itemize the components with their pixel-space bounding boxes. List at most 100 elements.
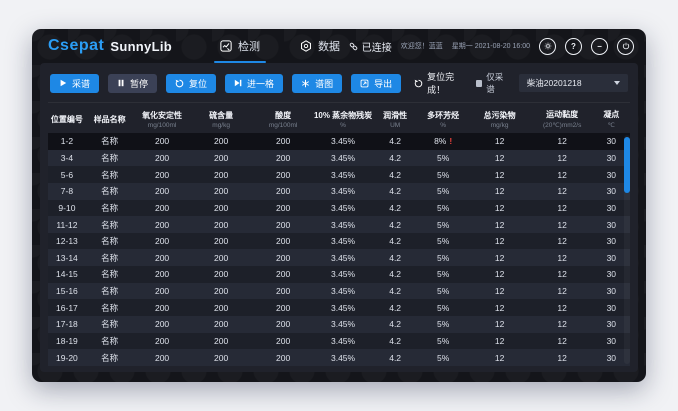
power-button[interactable] — [617, 38, 634, 55]
table-cell: 200 — [134, 286, 191, 296]
help-button[interactable]: ? — [565, 38, 582, 55]
table-cell: 12 — [468, 253, 532, 263]
settings-button[interactable] — [539, 38, 556, 55]
content-area: 采谱 暂停 复位 进一格 — [32, 63, 646, 382]
tab-detection-label: 检测 — [238, 38, 260, 54]
refresh-icon — [414, 79, 423, 88]
tab-data[interactable]: 数据 — [294, 29, 346, 63]
power-icon — [622, 42, 630, 50]
table-cell: 4.2 — [372, 319, 419, 329]
table-cell: 5% — [419, 303, 468, 313]
only-capture-checkbox[interactable]: 仅采谱 — [476, 71, 509, 95]
table-row[interactable]: 13-14名称2002002003.45%4.25%121230 — [48, 249, 630, 266]
table-cell: 12 — [468, 186, 532, 196]
table-row[interactable]: 15-16名称2002002003.45%4.25%121230 — [48, 283, 630, 300]
app-brand: Csepat SunnyLib — [48, 29, 172, 63]
pause-button[interactable]: 暂停 — [108, 74, 157, 93]
spectrum-label: 谱图 — [315, 77, 333, 90]
spectrum-button[interactable]: 谱图 — [292, 74, 342, 93]
reset-button[interactable]: 复位 — [166, 74, 216, 93]
table-cell: 名称 — [86, 335, 134, 347]
vertical-scrollbar[interactable] — [624, 135, 630, 364]
table-body: 1-2名称2002002003.45%4.28%!1212303-4名称2002… — [48, 133, 630, 366]
step-forward-button[interactable]: 进一格 — [225, 74, 283, 93]
table-cell: 3.45% — [315, 319, 372, 329]
reset-label: 复位 — [189, 77, 207, 90]
table-cell: 200 — [252, 353, 315, 363]
table-row[interactable]: 5-6名称2002002003.45%4.25%121230 — [48, 166, 630, 183]
column-header: 运动黏度(20℃)mm2/s — [532, 109, 593, 129]
column-header: 润滑性UM — [372, 110, 419, 129]
table-cell: 200 — [191, 253, 252, 263]
table-row[interactable]: 11-12名称2002002003.45%4.25%121230 — [48, 216, 630, 233]
reset-icon — [175, 79, 184, 88]
table-row[interactable]: 3-4名称2002002003.45%4.25%121230 — [48, 150, 630, 167]
table-cell: 4.2 — [372, 303, 419, 313]
column-name: 10% 蒸余物残炭 — [314, 110, 372, 121]
table-cell: 3.45% — [315, 286, 372, 296]
table-cell: 200 — [134, 303, 191, 313]
table-cell: 4.2 — [372, 203, 419, 213]
table-cell: 名称 — [86, 302, 134, 314]
scrollbar-thumb[interactable] — [624, 137, 630, 193]
fuel-type-value: 柴油20201218 — [527, 77, 582, 89]
column-unit: ℃ — [608, 121, 615, 129]
table-row[interactable]: 1-2名称2002002003.45%4.28%!121230 — [48, 133, 630, 150]
table-cell: 名称 — [86, 152, 134, 164]
table-cell: 12 — [532, 303, 593, 313]
table-cell: 4.2 — [372, 186, 419, 196]
table-row[interactable]: 19-20名称2002002003.45%4.25%121230 — [48, 349, 630, 366]
table-cell: 12 — [532, 253, 593, 263]
table-cell: 200 — [191, 170, 252, 180]
table-cell: 5% — [419, 336, 468, 346]
chevron-down-icon — [614, 81, 620, 85]
table-cell: 4.2 — [372, 236, 419, 246]
table-cell: 12-13 — [48, 236, 86, 246]
table-row[interactable]: 9-10名称2002002003.45%4.25%121230 — [48, 200, 630, 217]
table-cell: 200 — [252, 153, 315, 163]
export-button[interactable]: 导出 — [351, 74, 401, 93]
table-cell: 200 — [191, 303, 252, 313]
table-row[interactable]: 7-8名称2002002003.45%4.25%121230 — [48, 183, 630, 200]
column-header: 位置编号 — [48, 114, 86, 125]
column-unit: mg/kg — [491, 122, 509, 129]
table-cell: 11-12 — [48, 220, 86, 230]
toolbar-right: 仅采谱 柴油20201218 — [476, 71, 628, 95]
table-cell: 名称 — [86, 202, 134, 214]
table-row[interactable]: 18-19名称2002002003.45%4.25%121230 — [48, 333, 630, 350]
table-cell: 12 — [532, 236, 593, 246]
capture-button[interactable]: 采谱 — [50, 74, 99, 93]
table-cell: 17-18 — [48, 319, 86, 329]
table-cell: 15-16 — [48, 286, 86, 296]
minimize-button[interactable]: − — [591, 38, 608, 55]
table-cell: 7-8 — [48, 186, 86, 196]
connection-status: 已连接 — [349, 39, 392, 54]
pause-label: 暂停 — [130, 77, 148, 90]
table-cell: 200 — [134, 236, 191, 246]
column-name: 硫含量 — [209, 110, 233, 121]
table-cell: 200 — [191, 186, 252, 196]
table-cell: 5% — [419, 203, 468, 213]
status-message: 复位完成！ — [414, 70, 467, 96]
table-cell: 3.45% — [315, 186, 372, 196]
tab-data-label: 数据 — [318, 38, 340, 54]
spectrum-icon — [301, 79, 310, 88]
table-cell: 3.45% — [315, 253, 372, 263]
table-row[interactable]: 17-18名称2002002003.45%4.25%121230 — [48, 316, 630, 333]
column-unit: mg/kg — [212, 122, 230, 129]
tab-detection[interactable]: 检测 — [214, 29, 266, 63]
table-cell: 名称 — [86, 169, 134, 181]
table-cell: 14-15 — [48, 269, 86, 279]
gear-icon — [544, 42, 552, 50]
table-cell: 3.45% — [315, 153, 372, 163]
table-cell: 5% — [419, 170, 468, 180]
table-row[interactable]: 16-17名称2002002003.45%4.25%121230 — [48, 299, 630, 316]
table-row[interactable]: 12-13名称2002002003.45%4.25%121230 — [48, 233, 630, 250]
table-cell: 200 — [252, 203, 315, 213]
link-icon — [349, 42, 358, 51]
table-cell: 3.45% — [315, 336, 372, 346]
export-label: 导出 — [374, 77, 392, 90]
table-cell: 4.2 — [372, 253, 419, 263]
table-row[interactable]: 14-15名称2002002003.45%4.25%121230 — [48, 266, 630, 283]
fuel-type-dropdown[interactable]: 柴油20201218 — [519, 74, 628, 92]
